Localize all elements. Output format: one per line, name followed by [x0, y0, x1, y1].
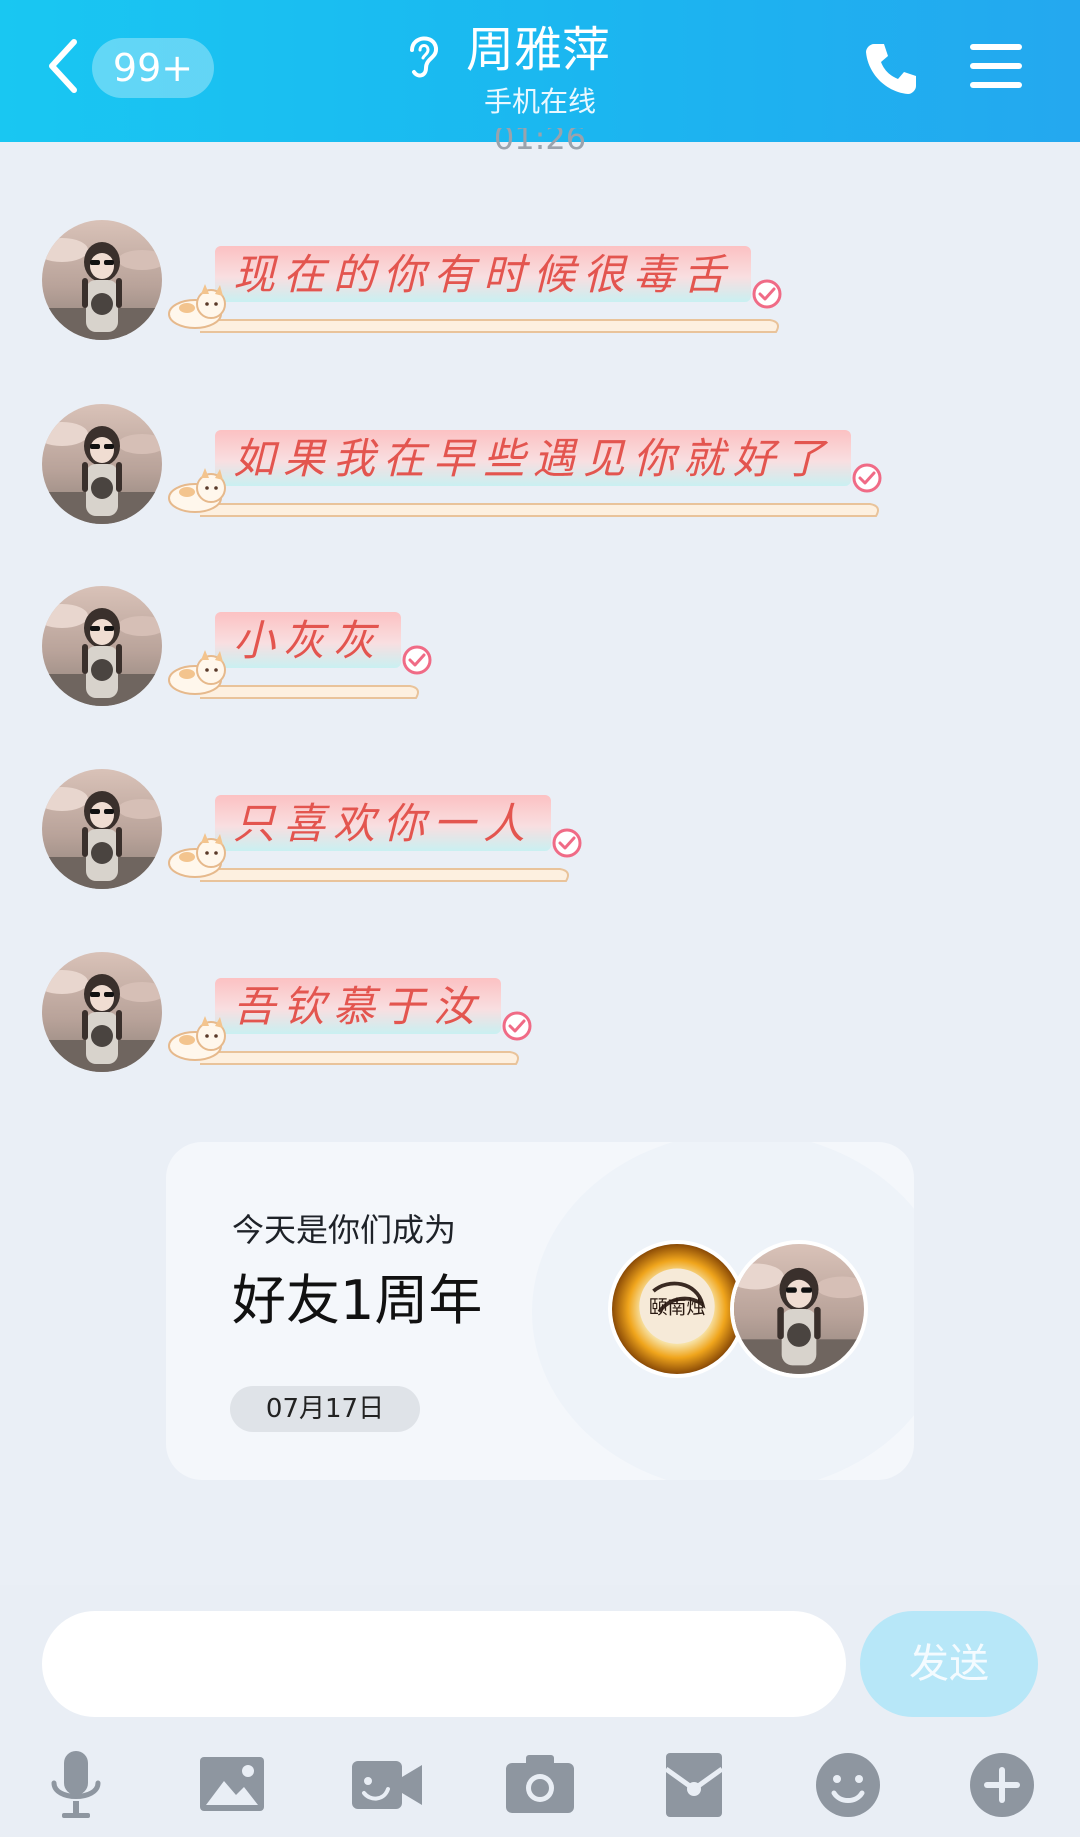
contact-avatar[interactable]: [42, 220, 162, 340]
message-row: 如果我在早些遇见你就好了: [0, 404, 1080, 544]
menu-icon[interactable]: [968, 40, 1024, 92]
message-row: 吾钦慕于汝: [0, 952, 1080, 1092]
cat-decoration-icon: [168, 467, 226, 513]
scroll-decoration: [200, 319, 779, 333]
voice-icon[interactable]: [36, 1745, 116, 1825]
input-bar: 发送: [0, 1585, 1080, 1837]
message-row: 现在的你有时候很毒舌: [0, 220, 1080, 360]
video-call-icon[interactable]: [346, 1745, 426, 1825]
emoji-icon[interactable]: [808, 1745, 888, 1825]
scroll-decoration: [200, 503, 879, 517]
cat-decoration-icon: [168, 1015, 226, 1061]
online-status: 手机在线: [483, 85, 596, 118]
phone-call-icon[interactable]: [862, 40, 918, 96]
message-timestamp: 01:26: [493, 128, 587, 152]
chat-header: 99+ 周雅萍 手机在线: [0, 0, 1080, 142]
card-title: 好友1周年: [232, 1269, 483, 1332]
card-subtitle: 今天是你们成为: [232, 1211, 457, 1249]
cat-decoration-icon: [168, 649, 226, 695]
send-button[interactable]: 发送: [860, 1611, 1038, 1717]
contact-avatar: [730, 1240, 868, 1378]
camera-icon[interactable]: [500, 1745, 580, 1825]
avatar-text: 颐南烛: [649, 1297, 706, 1319]
red-packet-icon[interactable]: [654, 1745, 734, 1825]
contact-avatar[interactable]: [42, 769, 162, 889]
image-icon[interactable]: [192, 1745, 272, 1825]
card-date-badge: 07月17日: [230, 1386, 420, 1432]
message-row: 只喜欢你一人: [0, 769, 1080, 909]
contact-avatar[interactable]: [42, 952, 162, 1072]
scroll-decoration: [200, 868, 569, 882]
my-avatar: 颐南烛: [608, 1240, 746, 1378]
message-row: 小灰灰: [0, 586, 1080, 726]
ear-icon[interactable]: [400, 28, 444, 80]
contact-avatar[interactable]: [42, 586, 162, 706]
friendship-anniversary-card[interactable]: 今天是你们成为 好友1周年 07月17日 颐南烛: [166, 1142, 914, 1480]
contact-avatar[interactable]: [42, 404, 162, 524]
contact-name: 周雅萍: [466, 22, 611, 78]
message-input[interactable]: [42, 1611, 846, 1717]
cat-decoration-icon: [168, 283, 226, 329]
toolbar: [0, 1745, 1080, 1825]
more-icon[interactable]: [962, 1745, 1042, 1825]
cat-decoration-icon: [168, 832, 226, 878]
